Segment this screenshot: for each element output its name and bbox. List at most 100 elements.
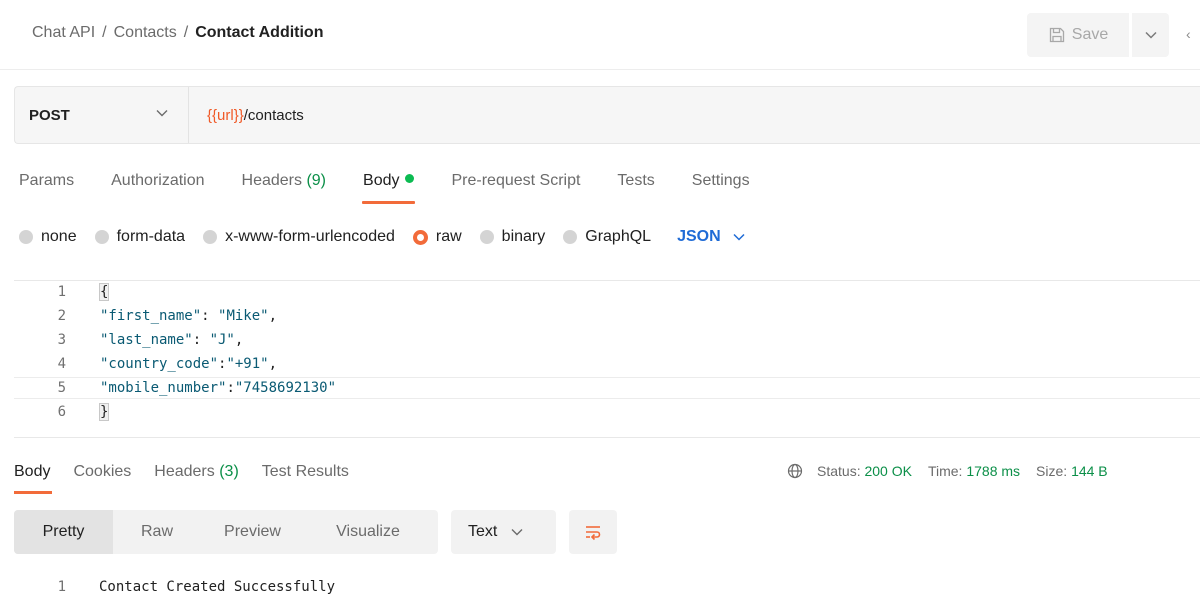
line-number: 1 [57, 579, 66, 595]
json-comma: , [268, 356, 278, 372]
tab-label: Authorization [111, 172, 205, 189]
response-view-group: Pretty Raw Preview Visualize [14, 510, 438, 554]
code-line: 1 { [14, 281, 1200, 303]
json-separator: : [201, 308, 219, 324]
line-number: 4 [57, 356, 66, 372]
body-option-raw[interactable]: raw [412, 228, 462, 246]
tab-tests[interactable]: Tests [617, 172, 654, 202]
tab-headers[interactable]: Headers (9) [242, 172, 327, 202]
tab-label: Tests [617, 172, 655, 189]
code-snippet-icon[interactable]: ‹ [1186, 26, 1191, 42]
option-label: form-data [116, 228, 186, 245]
headers-count: (3) [219, 463, 239, 480]
url-variable: {{url}} [207, 106, 244, 124]
url-input[interactable]: {{url}} /contacts [189, 87, 304, 143]
response-tab-cookies[interactable]: Cookies [73, 463, 131, 481]
response-tab-body[interactable]: Body [14, 463, 53, 494]
line-number: 6 [57, 404, 66, 420]
option-label: x-www-form-urlencoded [225, 228, 395, 245]
tab-label: Cookies [73, 463, 132, 480]
json-value: "7458692130" [234, 380, 337, 396]
wrap-lines-icon [586, 526, 601, 541]
json-value: "Mike" [218, 308, 269, 324]
radio-button[interactable] [479, 230, 494, 244]
line-number: 1 [57, 284, 66, 300]
body-option-form-data[interactable]: form-data [94, 228, 186, 246]
button-label: Pretty [42, 523, 85, 540]
button-label: Visualize [336, 523, 400, 540]
code-line: 4 "country_code":"+91", [14, 353, 1200, 375]
response-tab-headers[interactable]: Headers (3) [154, 463, 239, 481]
option-label: GraphQL [585, 228, 652, 245]
view-preview-button[interactable]: Preview [201, 510, 304, 554]
tab-body[interactable]: Body [362, 172, 416, 204]
response-tab-test-results[interactable]: Test Results [262, 463, 349, 481]
option-label: raw [435, 228, 462, 245]
json-key: "country_code" [100, 356, 219, 372]
radio-button-selected[interactable] [412, 229, 428, 245]
breadcrumb-separator: / [183, 24, 189, 41]
json-key: "first_name" [100, 308, 202, 324]
json-separator: : [226, 380, 235, 396]
request-tabs: Params Authorization Headers (9) Body Pr… [19, 172, 787, 204]
status-label: Status: [817, 463, 861, 479]
body-option-binary[interactable]: binary [479, 228, 545, 246]
button-label: Preview [224, 523, 281, 540]
tab-settings[interactable]: Settings [692, 172, 750, 202]
response-format-select[interactable]: Text [451, 510, 556, 554]
tab-label: Test Results [261, 463, 349, 480]
raw-format-select[interactable]: JSON [677, 228, 745, 246]
response-tabs: Body Cookies Headers (3) Test Results [14, 463, 372, 494]
globe-icon[interactable] [787, 463, 803, 479]
json-value: "+91" [226, 356, 269, 372]
tab-params[interactable]: Params [19, 172, 74, 202]
tab-label: Pre-request Script [451, 172, 581, 189]
breadcrumb-folder[interactable]: Contacts [114, 24, 177, 42]
body-option-none[interactable]: none [19, 228, 77, 246]
tab-label: Settings [691, 172, 750, 189]
line-number: 3 [57, 332, 66, 348]
radio-button[interactable] [19, 230, 33, 244]
body-option-graphql[interactable]: GraphQL [563, 228, 651, 246]
tab-label: Headers [154, 463, 215, 480]
breadcrumb-request-name[interactable]: Contact Addition [195, 24, 323, 42]
chevron-down-icon [1144, 31, 1157, 39]
wrap-lines-button[interactable] [569, 510, 617, 554]
breadcrumb-collection[interactable]: Chat API [32, 24, 95, 42]
save-options-button[interactable] [1132, 13, 1169, 57]
radio-button[interactable] [563, 230, 578, 244]
body-type-options: none form-data x-www-form-urlencoded raw… [19, 228, 745, 246]
time-value[interactable]: 1788 ms [966, 463, 1020, 479]
tab-authorization[interactable]: Authorization [111, 172, 204, 202]
request-header: Chat API / Contacts / Contact Addition S… [0, 0, 1200, 70]
view-pretty-button[interactable]: Pretty [14, 510, 113, 554]
breadcrumb: Chat API / Contacts / Contact Addition [32, 24, 323, 42]
radio-button[interactable] [94, 230, 109, 244]
code-line-current: 5 "mobile_number":"7458692130" [14, 377, 1200, 399]
line-number: 2 [57, 308, 66, 324]
tab-pre-request-script[interactable]: Pre-request Script [451, 172, 580, 202]
save-group: Save [1027, 13, 1169, 57]
chevron-down-icon [156, 110, 168, 117]
radio-button[interactable] [203, 230, 218, 244]
response-body-line: 1 Contact Created Successfully [0, 576, 600, 595]
method-select[interactable]: POST [15, 87, 189, 143]
tab-label: Headers [241, 172, 302, 189]
size-value[interactable]: 144 B [1071, 463, 1108, 479]
format-label: JSON [677, 228, 721, 245]
body-option-urlencoded[interactable]: x-www-form-urlencoded [203, 228, 395, 246]
view-visualize-button[interactable]: Visualize [304, 510, 432, 554]
json-key: "last_name" [100, 332, 193, 348]
response-text: Contact Created Successfully [99, 579, 336, 595]
chevron-down-icon [733, 233, 745, 241]
tab-label: Body [363, 172, 400, 189]
button-label: Raw [140, 523, 173, 540]
view-raw-button[interactable]: Raw [113, 510, 201, 554]
breadcrumb-separator: / [102, 24, 107, 41]
json-comma: , [268, 308, 278, 324]
tab-label: Body [14, 463, 51, 480]
save-button[interactable]: Save [1027, 13, 1129, 57]
json-separator: : [192, 332, 210, 348]
status-value[interactable]: 200 OK [864, 463, 911, 479]
request-body-editor[interactable]: 1 { 2 "first_name": "Mike", 3 "last_name… [14, 280, 1200, 438]
